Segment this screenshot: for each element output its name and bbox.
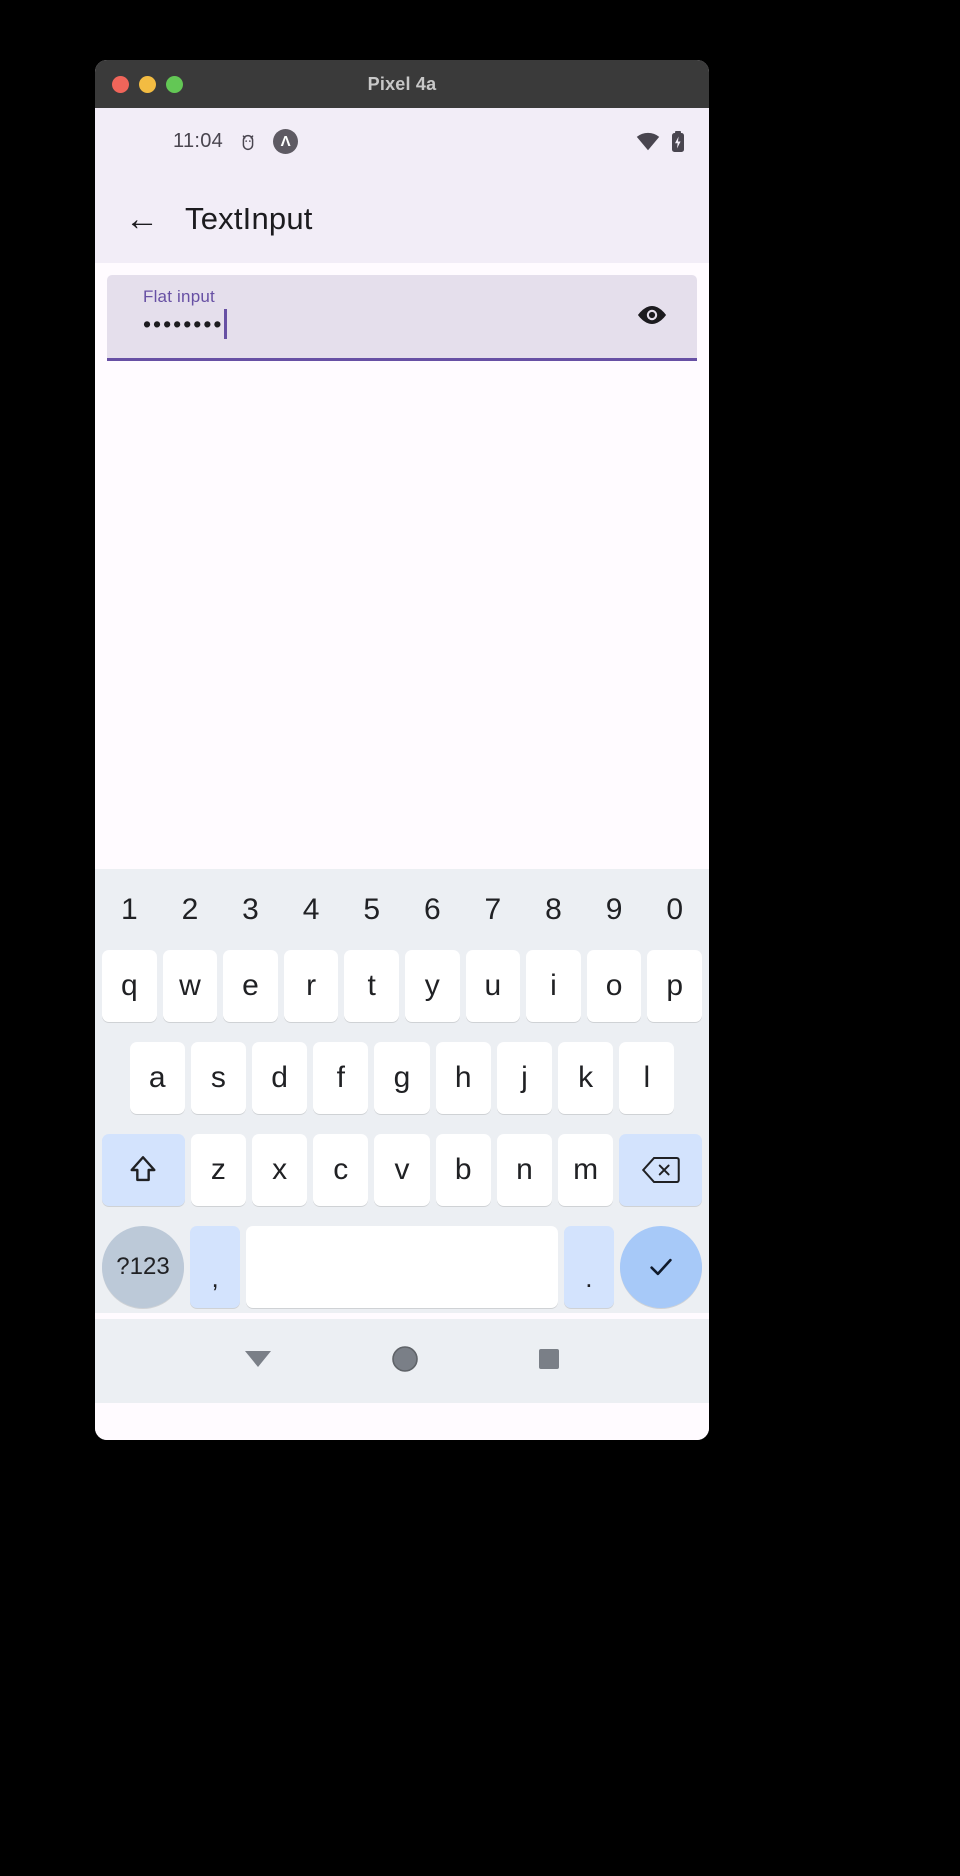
traffic-lights: [95, 75, 183, 93]
key-b[interactable]: b: [435, 1134, 491, 1206]
symbols-key[interactable]: ?123: [102, 1226, 184, 1308]
key-p[interactable]: p: [647, 950, 702, 1022]
wifi-icon: [636, 132, 660, 152]
key-s[interactable]: s: [190, 1042, 246, 1114]
key-c[interactable]: c: [313, 1134, 369, 1206]
phone-screen: 11:04 Λ ← TextInput Flat input •••••••• …: [95, 108, 709, 1440]
text-field-value: ••••••••: [143, 310, 224, 337]
status-bar: 11:04 Λ: [95, 108, 709, 175]
spacebar[interactable]: [246, 1226, 558, 1308]
keyboard-row-1: q w e r t y u i o p: [99, 945, 705, 1027]
android-nav-bar: [95, 1319, 709, 1403]
text-field-value-row: ••••••••: [143, 307, 681, 341]
key-period[interactable]: .: [563, 1226, 615, 1308]
key-o[interactable]: o: [586, 950, 642, 1022]
status-bar-left: 11:04 Λ: [173, 129, 299, 154]
key-comma[interactable]: ,: [190, 1226, 241, 1308]
key-m[interactable]: m: [558, 1134, 614, 1206]
text-field-container: Flat input ••••••••: [95, 263, 709, 361]
close-button[interactable]: [112, 75, 129, 93]
circle-icon[interactable]: [390, 1344, 420, 1379]
triangle-down-icon[interactable]: [243, 1348, 273, 1375]
keyboard-number-row: 1 2 3 4 5 6 7 8 9 0: [99, 875, 705, 945]
keyboard-row-2: a s d f g h j k l: [99, 1037, 705, 1119]
key-j[interactable]: j: [496, 1042, 553, 1114]
key-v[interactable]: v: [374, 1134, 430, 1206]
back-arrow-icon[interactable]: ←: [125, 202, 159, 236]
status-clock: 11:04: [173, 130, 224, 152]
key-u[interactable]: u: [465, 950, 521, 1022]
key-z[interactable]: z: [190, 1134, 246, 1206]
check-icon[interactable]: [620, 1226, 703, 1308]
key-g[interactable]: g: [374, 1042, 430, 1114]
key-x[interactable]: x: [252, 1134, 308, 1206]
flat-text-input[interactable]: Flat input ••••••••: [107, 275, 697, 361]
page-title: TextInput: [185, 201, 313, 236]
battery-icon: [671, 130, 685, 153]
key-w[interactable]: w: [162, 950, 218, 1022]
key-0[interactable]: 0: [647, 874, 702, 946]
zoom-button[interactable]: [166, 75, 183, 93]
emulator-window: Pixel 4a 11:04 Λ ← TextInput Flat input …: [95, 60, 709, 1440]
keyboard-row-4: ?123 , .: [99, 1221, 705, 1313]
expo-circle-icon: Λ: [273, 129, 299, 154]
key-8[interactable]: 8: [526, 874, 581, 946]
android-bug-icon: [237, 131, 259, 153]
key-y[interactable]: y: [405, 950, 460, 1022]
text-field-label: Flat input: [143, 287, 215, 306]
key-d[interactable]: d: [252, 1042, 308, 1114]
window-title: Pixel 4a: [367, 73, 437, 94]
text-cursor: [224, 309, 228, 339]
key-2[interactable]: 2: [163, 874, 218, 946]
shift-icon[interactable]: [102, 1134, 185, 1206]
key-n[interactable]: n: [496, 1134, 553, 1206]
window-title-bar: Pixel 4a: [95, 60, 709, 108]
square-icon[interactable]: [537, 1347, 561, 1376]
minimize-button[interactable]: [139, 75, 156, 93]
content-area: [95, 361, 709, 869]
app-bar: ← TextInput: [95, 175, 709, 263]
backspace-icon[interactable]: [619, 1134, 703, 1206]
key-5[interactable]: 5: [344, 874, 399, 946]
key-i[interactable]: i: [526, 950, 581, 1022]
key-l[interactable]: l: [619, 1042, 675, 1114]
key-t[interactable]: t: [344, 950, 399, 1022]
key-9[interactable]: 9: [587, 874, 642, 946]
key-f[interactable]: f: [313, 1042, 369, 1114]
key-6[interactable]: 6: [405, 874, 460, 946]
key-7[interactable]: 7: [466, 874, 521, 946]
keyboard-row-3: z x c v b n m: [99, 1129, 705, 1211]
key-r[interactable]: r: [283, 950, 339, 1022]
key-h[interactable]: h: [435, 1042, 491, 1114]
key-a[interactable]: a: [129, 1042, 185, 1114]
on-screen-keyboard: 1 2 3 4 5 6 7 8 9 0 q w e r t y u i o p …: [95, 869, 709, 1313]
status-bar-right: [636, 130, 685, 153]
key-e[interactable]: e: [223, 950, 278, 1022]
key-1[interactable]: 1: [102, 874, 157, 946]
key-k[interactable]: k: [558, 1042, 614, 1114]
eye-icon[interactable]: [633, 301, 671, 329]
key-4[interactable]: 4: [284, 874, 339, 946]
key-q[interactable]: q: [102, 950, 157, 1022]
key-3[interactable]: 3: [223, 874, 278, 946]
